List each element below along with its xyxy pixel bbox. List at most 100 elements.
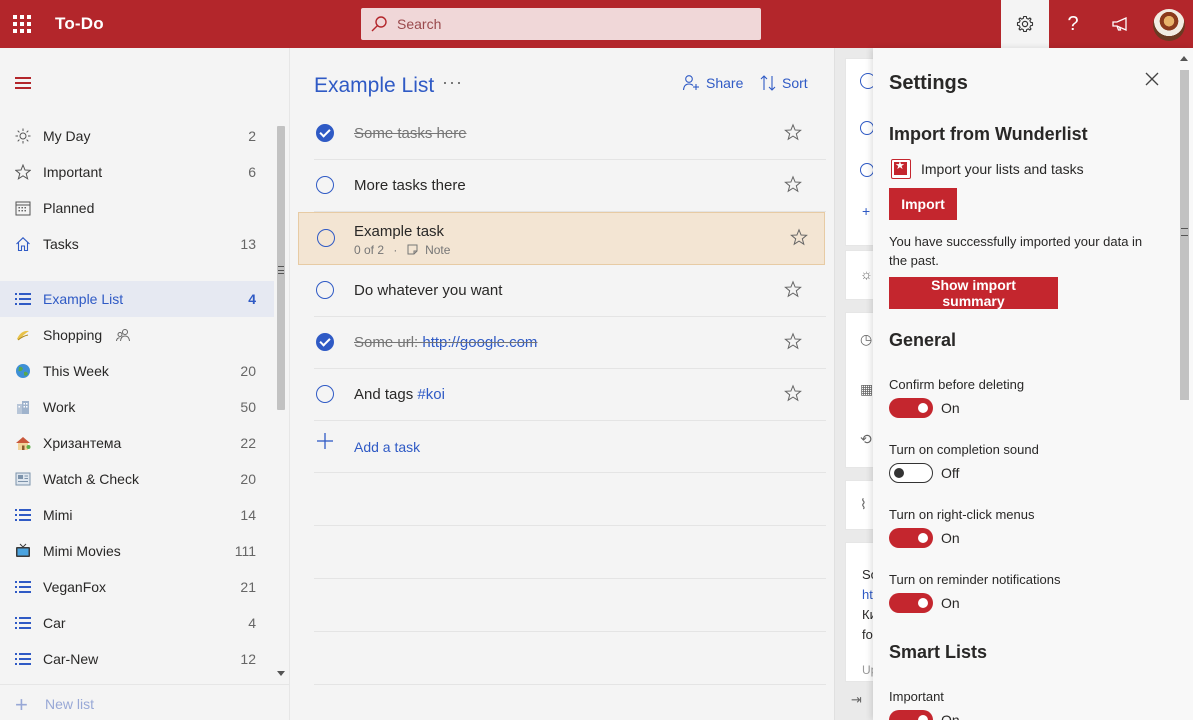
- sidebar-item-example-list[interactable]: Example List 4: [0, 281, 274, 317]
- sidebar-item-veganfox[interactable]: VeganFox 21: [0, 569, 274, 605]
- sidebar-item-count: 2: [248, 128, 256, 144]
- import-description: Import your lists and tasks: [921, 161, 1084, 177]
- star-icon[interactable]: [784, 332, 802, 350]
- search-box[interactable]: [361, 8, 761, 40]
- task-title-prefix: Some url:: [354, 334, 423, 351]
- important-list-toggle[interactable]: [889, 710, 933, 720]
- app-launcher-icon[interactable]: [10, 12, 34, 36]
- sidebar-item-work[interactable]: Work 50: [0, 389, 274, 425]
- task-row[interactable]: Do whatever you want: [314, 265, 826, 317]
- help-button[interactable]: ?: [1049, 0, 1097, 48]
- sun-icon: [14, 127, 32, 145]
- star-icon[interactable]: [784, 384, 802, 402]
- avatar[interactable]: [1153, 9, 1185, 41]
- whats-new-button[interactable]: [1097, 0, 1145, 48]
- task-title: More tasks there: [354, 177, 466, 194]
- paperclip-icon: ⌇: [860, 496, 867, 512]
- star-icon[interactable]: [784, 280, 802, 298]
- task-complete-checkbox[interactable]: [316, 281, 334, 299]
- sidebar-item-label: Important: [43, 164, 103, 180]
- new-list-button[interactable]: + New list: [0, 684, 290, 720]
- star-icon[interactable]: [790, 228, 808, 246]
- repeat-icon[interactable]: ⟲: [860, 431, 872, 448]
- calendar-icon[interactable]: ▦: [860, 381, 873, 398]
- show-import-summary-button[interactable]: Show import summary: [889, 277, 1058, 309]
- star-icon: [14, 163, 32, 181]
- app-title[interactable]: To-Do: [55, 14, 104, 34]
- star-icon[interactable]: [784, 175, 802, 193]
- sidebar-item-mimi-movies[interactable]: Mimi Movies 111: [0, 533, 274, 569]
- right-click-menus-toggle[interactable]: [889, 528, 933, 548]
- sidebar-item-count: 6: [248, 164, 256, 180]
- sidebar-item-shopping[interactable]: Shopping: [0, 317, 274, 353]
- list-icon: [14, 578, 32, 596]
- more-options-icon[interactable]: ···: [442, 72, 463, 93]
- sidebar-item-tasks[interactable]: Tasks 13: [0, 226, 274, 262]
- sidebar-item-count: 21: [240, 579, 256, 595]
- task-tag-link[interactable]: #koi: [417, 386, 445, 403]
- settings-title: Settings: [889, 72, 968, 94]
- sidebar-scrollbar[interactable]: [274, 108, 288, 684]
- settings-scrollbar[interactable]: [1176, 48, 1193, 720]
- sort-arrows-icon: [760, 75, 776, 91]
- office-emoji-icon: [14, 398, 32, 416]
- sidebar-item-car-new[interactable]: Car-New 12: [0, 641, 274, 677]
- sort-button[interactable]: Sort: [760, 74, 808, 92]
- search-input[interactable]: [397, 8, 747, 40]
- task-note-label: Note: [425, 243, 451, 257]
- task-detail-pane: + ☼ ◷ ▦ ⟲ ⌇ So htt Ки fo Up ⇥: [834, 48, 885, 720]
- import-success-text: You have successfully imported your data…: [889, 234, 1143, 268]
- task-complete-checkbox[interactable]: [316, 385, 334, 403]
- empty-row-divider: [314, 684, 826, 685]
- star-icon[interactable]: [784, 123, 802, 141]
- hamburger-menu-icon[interactable]: [15, 77, 31, 89]
- top-bar: To-Do ?: [0, 0, 1193, 48]
- plus-icon: [317, 433, 333, 449]
- sidebar-item-important[interactable]: Important 6: [0, 154, 274, 190]
- help-icon: ?: [1067, 12, 1079, 35]
- settings-panel: Settings Import from Wunderlist Import y…: [873, 48, 1193, 720]
- sidebar-item-this-week[interactable]: This Week 20: [0, 353, 274, 389]
- task-url-link[interactable]: http://google.com: [422, 334, 537, 351]
- sidebar-item-khrizantema[interactable]: Хризантема 22: [0, 425, 274, 461]
- task-complete-checkbox[interactable]: [316, 124, 334, 142]
- task-row[interactable]: And tags #koi: [314, 369, 826, 421]
- gear-icon: [1016, 15, 1034, 33]
- search-icon: [371, 16, 387, 32]
- task-complete-checkbox[interactable]: [317, 229, 335, 247]
- reminder-notifications-toggle[interactable]: [889, 593, 933, 613]
- sidebar-item-count: 20: [240, 363, 256, 379]
- task-row[interactable]: Some url: http://google.com: [314, 317, 826, 369]
- toggle-state: Off: [941, 465, 960, 481]
- task-complete-checkbox[interactable]: [316, 176, 334, 194]
- import-button[interactable]: Import: [889, 188, 957, 220]
- sidebar-item-count: 12: [240, 651, 256, 667]
- confirm-delete-toggle[interactable]: [889, 398, 933, 418]
- task-title: And tags #koi: [354, 386, 445, 403]
- scroll-up-arrow-icon[interactable]: [1180, 56, 1188, 61]
- hide-detail-icon[interactable]: ⇥: [851, 692, 862, 708]
- add-step-plus-icon[interactable]: +: [862, 203, 870, 219]
- step-checkbox[interactable]: [860, 121, 874, 135]
- step-checkbox[interactable]: [860, 163, 874, 177]
- task-row[interactable]: More tasks there: [314, 160, 826, 212]
- sidebar-item-car[interactable]: Car 4: [0, 605, 274, 641]
- add-task-button[interactable]: Add a task: [314, 421, 826, 473]
- sidebar-item-watch-check[interactable]: Watch & Check 20: [0, 461, 274, 497]
- sidebar-item-my-day[interactable]: My Day 2: [0, 118, 274, 154]
- sidebar-item-planned[interactable]: Planned: [0, 190, 274, 226]
- add-task-label: Add a task: [354, 439, 421, 455]
- task-complete-checkbox[interactable]: [316, 333, 334, 351]
- alarm-clock-icon[interactable]: ◷: [860, 331, 872, 348]
- settings-button[interactable]: [1001, 0, 1049, 48]
- completion-sound-toggle[interactable]: [889, 463, 933, 483]
- sort-label: Sort: [782, 75, 808, 91]
- task-row-selected[interactable]: Example task 0 of 2 · Note: [298, 212, 825, 265]
- task-row[interactable]: Some tasks here: [314, 108, 826, 160]
- sidebar-item-mimi[interactable]: Mimi 14: [0, 497, 274, 533]
- close-icon[interactable]: [1143, 70, 1161, 88]
- page-title[interactable]: Example List: [314, 74, 434, 98]
- scroll-down-arrow-icon[interactable]: [277, 671, 285, 676]
- share-button[interactable]: Share: [682, 74, 743, 92]
- sidebar-item-label: Shopping: [43, 327, 103, 343]
